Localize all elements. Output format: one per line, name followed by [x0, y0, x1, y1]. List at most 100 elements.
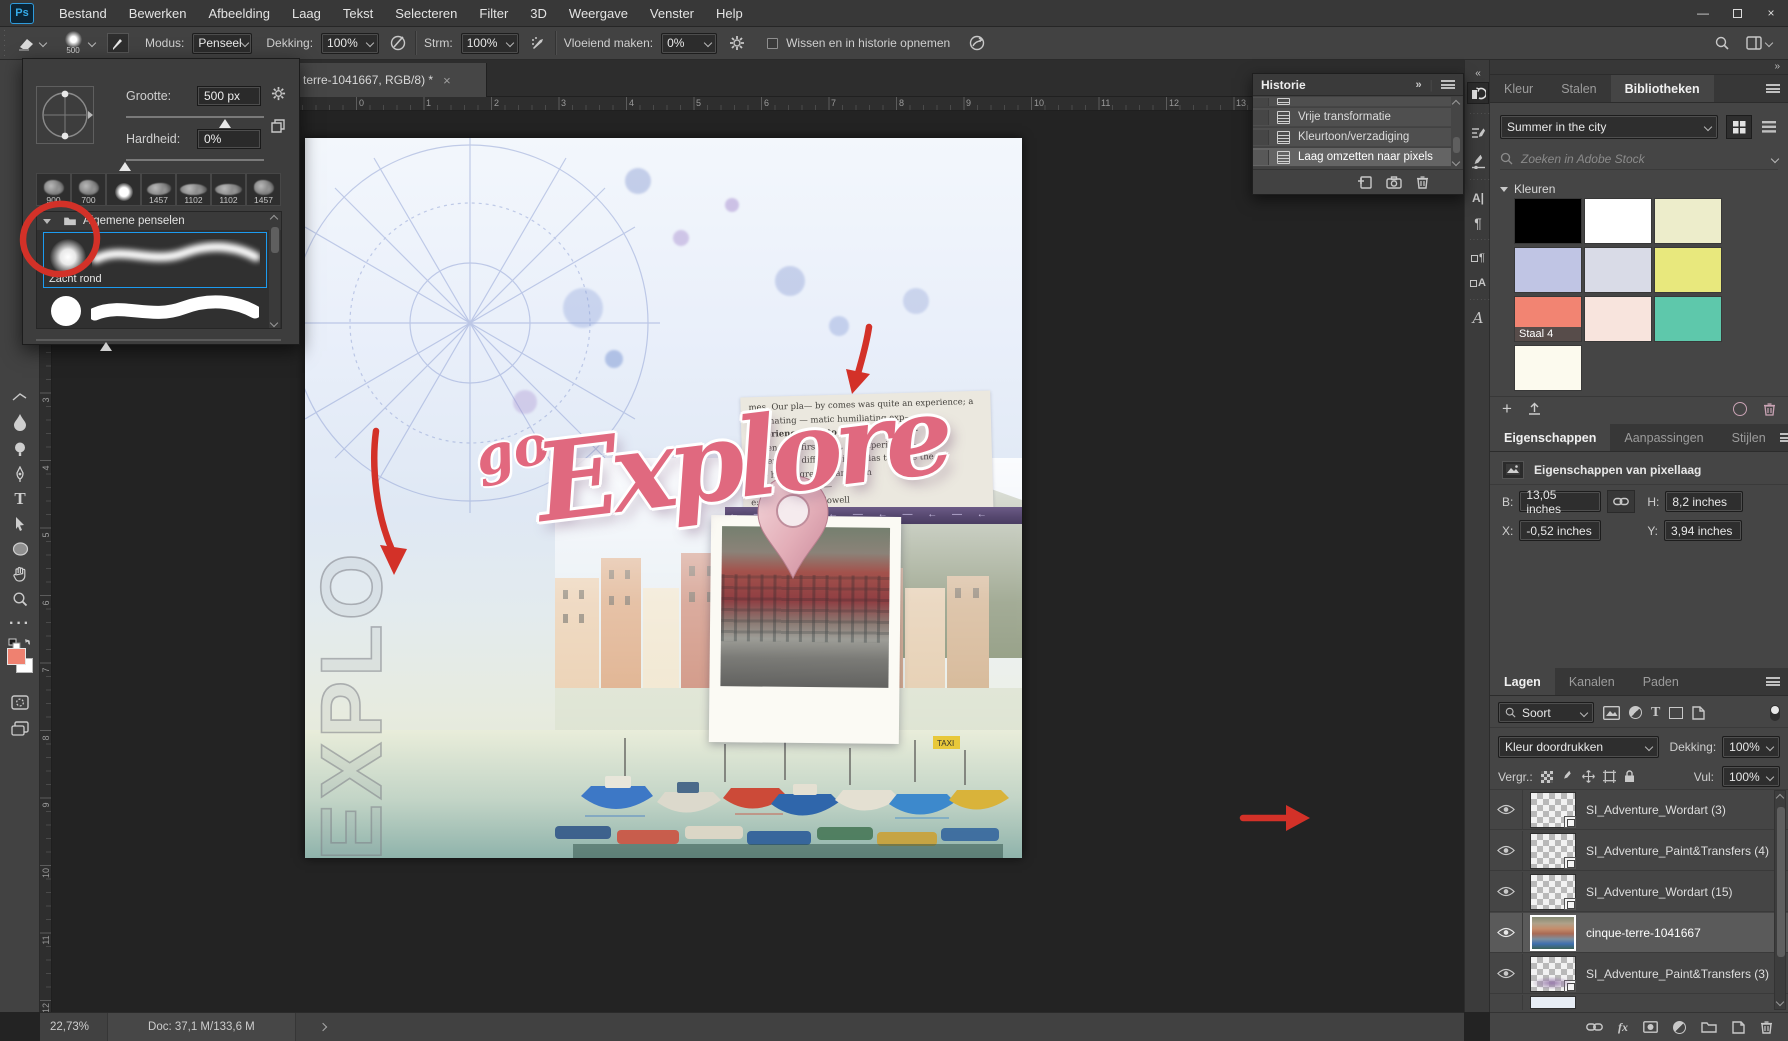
- search-icon[interactable]: [1714, 35, 1730, 51]
- filter-adjustment-layers-icon[interactable]: [1629, 706, 1642, 719]
- stock-search-field[interactable]: Zoeken in Adobe Stock: [1500, 148, 1780, 170]
- layer-visibility-eye-icon[interactable]: [1490, 790, 1523, 829]
- layer-row[interactable]: SI_Adventure_Wordart (15): [1490, 872, 1788, 912]
- layer-thumbnail[interactable]: [1530, 791, 1576, 828]
- layer-row[interactable]: SI_Adventure_Paint&Transfers (4): [1490, 831, 1788, 871]
- quick-mask-icon[interactable]: [0, 690, 40, 714]
- foreground-color-swatch[interactable]: [7, 648, 26, 665]
- tab-lagen[interactable]: Lagen: [1490, 668, 1555, 695]
- libraries-menu-icon[interactable]: [1766, 75, 1788, 102]
- snapshot-camera-icon[interactable]: [1386, 175, 1402, 189]
- dock-paragraph-styles-icon[interactable]: A: [1467, 307, 1489, 329]
- x-field[interactable]: -0,52 inches: [1519, 520, 1602, 541]
- workspace-switcher-icon[interactable]: [1746, 36, 1774, 50]
- grootte-slider[interactable]: [126, 116, 264, 118]
- brush-preset-cell[interactable]: 900: [36, 173, 71, 206]
- brush-item-zacht-rond[interactable]: Zacht rond: [43, 232, 267, 288]
- history-collapse-icon[interactable]: »: [1416, 79, 1422, 91]
- zoom-level[interactable]: 22,73%: [50, 1021, 89, 1033]
- lock-transparency-icon[interactable]: [1540, 770, 1553, 783]
- pen-tool-icon[interactable]: [0, 462, 40, 486]
- smoothing-gear-icon[interactable]: [729, 35, 745, 51]
- history-step-partial[interactable]: [1253, 97, 1451, 107]
- history-step[interactable]: Vrije transformatie: [1253, 108, 1451, 127]
- ellipse-tool-icon[interactable]: [0, 537, 40, 561]
- menu-filter[interactable]: Filter: [468, 0, 519, 27]
- menu-laag[interactable]: Laag: [281, 0, 332, 27]
- tab-stalen[interactable]: Stalen: [1547, 75, 1610, 102]
- filter-smart-objects-icon[interactable]: [1692, 705, 1706, 720]
- hardheid-input[interactable]: 0%: [197, 129, 261, 149]
- list-view-icon[interactable]: [1756, 115, 1782, 139]
- type-tool-icon[interactable]: T: [0, 487, 40, 511]
- path-selection-tool-icon[interactable]: [0, 512, 40, 536]
- brush-list-scrollbar[interactable]: [269, 213, 280, 328]
- smudge-tool-icon[interactable]: [0, 385, 40, 409]
- library-swatch[interactable]: [1654, 247, 1722, 293]
- new-layer-icon[interactable]: [1732, 1020, 1745, 1034]
- layer-row-selected[interactable]: cinque-terre-1041667: [1490, 913, 1788, 953]
- add-library-item-icon[interactable]: +: [1502, 400, 1512, 417]
- brush-popup-gear-icon[interactable]: [271, 86, 286, 101]
- layer-row-partial[interactable]: [1490, 995, 1788, 1010]
- history-step-selected[interactable]: Laag omzetten naar pixels: [1253, 148, 1451, 167]
- menu-weergave[interactable]: Weergave: [558, 0, 639, 27]
- delete-library-item-icon[interactable]: [1763, 402, 1776, 416]
- dock-character-icon[interactable]: A|: [1467, 187, 1489, 209]
- artboard[interactable]: TAXI mes. Our pla— by comes was quite an…: [305, 138, 1022, 858]
- layer-thumbnail[interactable]: [1530, 914, 1576, 951]
- doc-size-info[interactable]: Doc: 37,1 M/133,6 M: [107, 1013, 296, 1041]
- layer-visibility-eye-icon[interactable]: [1490, 831, 1523, 870]
- airbrush-icon[interactable]: [529, 34, 547, 52]
- fill-dropdown[interactable]: 100%: [1722, 766, 1780, 787]
- brush-preset-cell[interactable]: 1457: [246, 173, 281, 206]
- screen-mode-icon[interactable]: [0, 716, 40, 740]
- hardheid-slider[interactable]: [126, 159, 264, 161]
- dock-history-icon[interactable]: [1467, 82, 1489, 104]
- layers-menu-icon[interactable]: [1766, 668, 1788, 695]
- minimize-button[interactable]: —: [1686, 0, 1720, 27]
- layer-row[interactable]: SI_Adventure_Paint&Transfers (3): [1490, 954, 1788, 994]
- upload-icon[interactable]: [1528, 402, 1541, 415]
- dodge-tool-icon[interactable]: [0, 437, 40, 461]
- lock-artboard-icon[interactable]: [1602, 770, 1616, 783]
- tab-kanalen[interactable]: Kanalen: [1555, 668, 1629, 695]
- width-field[interactable]: 13,05 inches: [1519, 488, 1602, 516]
- new-adjustment-layer-icon[interactable]: [1673, 1020, 1686, 1034]
- hand-tool-icon[interactable]: [0, 562, 40, 586]
- y-field[interactable]: 3,94 inches: [1664, 520, 1743, 541]
- kleuren-section-header[interactable]: Kleuren: [1500, 182, 1555, 196]
- strm-dropdown[interactable]: 100%: [460, 32, 519, 54]
- filter-toggle[interactable]: [1770, 704, 1780, 721]
- menu-tekst[interactable]: Tekst: [332, 0, 384, 27]
- brush-preset-cell[interactable]: 1102: [211, 173, 246, 206]
- library-swatch[interactable]: [1584, 198, 1652, 244]
- layer-opacity-dropdown[interactable]: 100%: [1722, 736, 1780, 758]
- library-swatch[interactable]: [1584, 247, 1652, 293]
- library-swatch[interactable]: [1514, 198, 1582, 244]
- brush-preset-cell-selected[interactable]: [106, 173, 141, 206]
- brush-preset-cell[interactable]: 1102: [176, 173, 211, 206]
- brush-preset-picker[interactable]: 500: [60, 31, 86, 55]
- brush-preset-cell[interactable]: 700: [71, 173, 106, 206]
- tab-stijlen[interactable]: Stijlen: [1718, 424, 1780, 451]
- history-panel-header[interactable]: Historie » |: [1253, 74, 1463, 96]
- pressure-opacity-icon[interactable]: [389, 34, 407, 52]
- status-options-chevron-icon[interactable]: [318, 1022, 328, 1032]
- pressure-size-icon[interactable]: [968, 34, 986, 52]
- brush-folder-row[interactable]: Algemene penselen: [37, 212, 281, 230]
- dock-glyphs-icon[interactable]: ¶: [1467, 247, 1489, 269]
- new-preset-icon[interactable]: [271, 119, 285, 133]
- filter-shape-layers-icon[interactable]: [1669, 706, 1684, 719]
- history-scrollbar[interactable]: [1451, 97, 1462, 169]
- dock-brushes-icon[interactable]: [1467, 150, 1489, 172]
- creative-cloud-sync-icon[interactable]: [1733, 401, 1747, 416]
- menu-selecteren[interactable]: Selecteren: [384, 0, 468, 27]
- maximize-button[interactable]: [1720, 0, 1754, 27]
- new-group-folder-icon[interactable]: [1701, 1021, 1717, 1033]
- library-select-dropdown[interactable]: Summer in the city: [1500, 115, 1718, 139]
- add-layer-mask-icon[interactable]: [1643, 1021, 1658, 1033]
- blend-mode-dropdown[interactable]: Kleur doordrukken: [1498, 736, 1660, 758]
- blur-tool-icon[interactable]: [0, 410, 40, 434]
- layers-scrollbar[interactable]: [1774, 790, 1786, 1010]
